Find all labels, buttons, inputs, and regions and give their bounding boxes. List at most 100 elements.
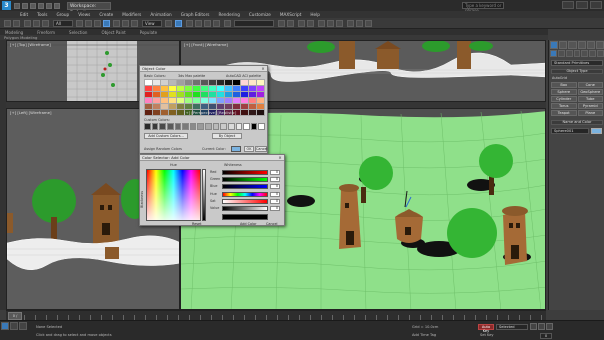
menu-graph-editors[interactable]: Graph Editors — [181, 12, 210, 17]
window-crossing-icon[interactable] — [103, 20, 110, 27]
palette-swatch[interactable] — [161, 104, 168, 109]
palette-swatch[interactable] — [225, 104, 232, 109]
redo-icon[interactable] — [13, 20, 20, 27]
menu-customize[interactable]: Customize — [249, 12, 271, 17]
display-tab-icon[interactable] — [586, 41, 595, 49]
palette-swatch[interactable] — [185, 98, 192, 103]
unlink-icon[interactable] — [33, 20, 40, 27]
palette-swatch[interactable] — [169, 110, 176, 115]
shapes-icon[interactable] — [557, 50, 565, 57]
blackness-slider[interactable] — [202, 169, 206, 221]
cameras-icon[interactable] — [573, 50, 581, 57]
palette-swatch[interactable] — [217, 86, 224, 91]
palette-swatch[interactable] — [161, 86, 168, 91]
custom-color-swatch[interactable] — [205, 123, 212, 130]
object-category-dropdown[interactable]: Standard Primitives — [551, 60, 603, 66]
spinner-snap-icon[interactable] — [213, 20, 220, 27]
utilities-tab-icon[interactable] — [595, 41, 604, 49]
hue-slider[interactable] — [222, 192, 268, 197]
open-file-icon[interactable] — [22, 2, 28, 9]
palette-swatch[interactable] — [145, 80, 152, 85]
go-to-start-icon[interactable] — [530, 323, 537, 330]
palette-swatch[interactable] — [249, 98, 256, 103]
custom-color-swatch[interactable] — [212, 123, 220, 130]
selection-filter-dropdown[interactable]: All — [53, 20, 73, 27]
auto-key-button[interactable]: Auto Key — [478, 324, 494, 333]
menu-group[interactable]: Group — [56, 12, 69, 17]
palette-swatch[interactable] — [201, 80, 208, 85]
align-icon[interactable] — [287, 20, 294, 27]
render-production-icon[interactable] — [365, 20, 372, 27]
palette-swatch[interactable] — [169, 86, 176, 91]
percent-snap-icon[interactable] — [204, 20, 211, 27]
hue-whiteness-picker[interactable] — [146, 169, 201, 221]
play-icon[interactable] — [538, 323, 545, 330]
bind-space-warp-icon[interactable] — [42, 20, 49, 27]
tab-freeform[interactable]: Freeform — [37, 30, 55, 35]
palette-swatch[interactable] — [177, 98, 184, 103]
close-button[interactable] — [590, 1, 602, 9]
reference-coordinate-dropdown[interactable]: View — [142, 20, 162, 27]
palette-swatch[interactable] — [145, 92, 152, 97]
custom-color-swatch[interactable] — [243, 123, 250, 130]
palette-swatch[interactable] — [225, 86, 232, 91]
palette-swatch[interactable] — [249, 80, 256, 85]
edit-named-selection-icon[interactable] — [224, 20, 231, 27]
palette-swatch[interactable] — [217, 92, 224, 97]
curve-editor-icon[interactable] — [318, 20, 325, 27]
blue-spinner[interactable]: 0 — [270, 184, 280, 189]
named-selection-sets-dropdown[interactable] — [234, 20, 274, 27]
new-file-icon[interactable] — [14, 2, 20, 9]
palette-swatch[interactable] — [185, 104, 192, 109]
palette-swatch[interactable] — [241, 92, 248, 97]
palette-swatch[interactable] — [257, 104, 264, 109]
palette-swatch[interactable] — [257, 86, 264, 91]
palette-swatch[interactable] — [241, 110, 248, 115]
geosphere-button[interactable]: GeoSphere — [577, 89, 603, 95]
minimize-button[interactable] — [562, 1, 574, 9]
palette-swatch[interactable] — [145, 98, 152, 103]
selection-region-icon[interactable] — [94, 20, 101, 27]
angle-snap-icon[interactable] — [195, 20, 202, 27]
palette-swatch[interactable] — [217, 104, 224, 109]
search-input[interactable]: Type a keyword or phrase — [462, 2, 504, 13]
dialog-title-bar[interactable]: Color Selector: Add Color × — [140, 155, 284, 161]
palette-swatch[interactable] — [225, 80, 232, 85]
custom-color-swatch[interactable] — [182, 123, 189, 130]
palette-swatch[interactable] — [193, 86, 200, 91]
name-and-color-rollout[interactable]: Name and Color — [551, 120, 603, 125]
ok-button[interactable]: OK — [244, 146, 254, 152]
palette-swatch[interactable] — [233, 104, 240, 109]
save-file-icon[interactable] — [30, 2, 36, 9]
dialog-title-bar[interactable]: Object Color × — [140, 66, 267, 72]
palette-swatch[interactable] — [249, 104, 256, 109]
palette-swatch[interactable] — [153, 92, 160, 97]
modify-tab-icon[interactable] — [559, 41, 568, 49]
add-color-button[interactable]: Add Color — [240, 222, 257, 227]
geometry-icon[interactable] — [550, 50, 557, 57]
select-by-name-icon[interactable] — [85, 20, 92, 27]
schematic-view-icon[interactable] — [327, 20, 334, 27]
cone-button[interactable]: Cone — [577, 82, 603, 88]
teapot-button[interactable]: Teapot — [551, 110, 577, 116]
tab-populate[interactable]: Populate — [140, 30, 157, 35]
palette-swatch[interactable] — [201, 86, 208, 91]
hue-spinner[interactable]: 0 — [270, 192, 280, 197]
palette-swatch[interactable] — [209, 104, 216, 109]
custom-color-swatch[interactable] — [151, 123, 159, 130]
current-color-swatch[interactable] — [231, 146, 241, 152]
add-custom-colors-button[interactable]: Add Custom Colors... — [144, 133, 188, 139]
palette-swatch[interactable] — [193, 80, 200, 85]
app-logo-icon[interactable]: 3 — [2, 1, 11, 10]
palette-swatch[interactable] — [233, 92, 240, 97]
palette-swatch[interactable] — [249, 86, 256, 91]
palette-swatch[interactable] — [169, 92, 176, 97]
palette-swatch[interactable] — [185, 92, 192, 97]
custom-color-swatch[interactable] — [144, 123, 151, 130]
palette-swatch[interactable] — [249, 92, 256, 97]
palette-swatch[interactable] — [241, 80, 248, 85]
object-color-swatch[interactable] — [591, 128, 602, 134]
palette-swatch[interactable] — [201, 104, 208, 109]
custom-color-swatch[interactable] — [235, 123, 243, 130]
current-frame-field[interactable]: 0 — [540, 333, 552, 339]
